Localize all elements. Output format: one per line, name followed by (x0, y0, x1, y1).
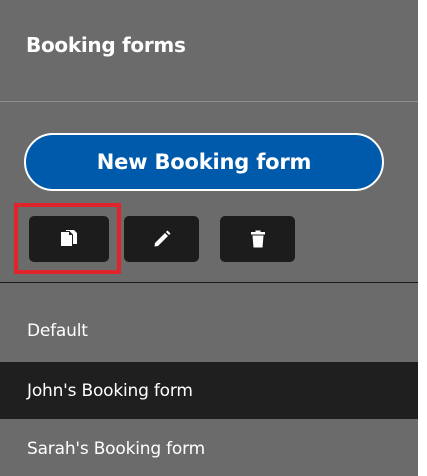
list-item-label: John's Booking form (27, 380, 193, 401)
page-edge (418, 0, 427, 476)
new-booking-form-button[interactable]: New Booking form (24, 133, 384, 191)
list-item[interactable]: Sarah's Booking form (0, 420, 418, 476)
delete-button[interactable] (220, 216, 295, 262)
list-item-selected[interactable]: John's Booking form (0, 362, 418, 419)
list-item-label: Sarah's Booking form (27, 438, 205, 459)
edit-button[interactable] (124, 216, 199, 262)
booking-forms-panel: Booking forms New Booking form Default J… (0, 0, 418, 476)
panel-header: Booking forms (0, 0, 418, 102)
copy-button-highlight (14, 203, 121, 274)
list-item[interactable]: Default (0, 302, 418, 359)
panel-title: Booking forms (26, 33, 186, 57)
trash-icon (250, 230, 266, 248)
divider (0, 282, 418, 283)
list-item-label: Default (27, 320, 88, 341)
pencil-icon (153, 230, 171, 248)
